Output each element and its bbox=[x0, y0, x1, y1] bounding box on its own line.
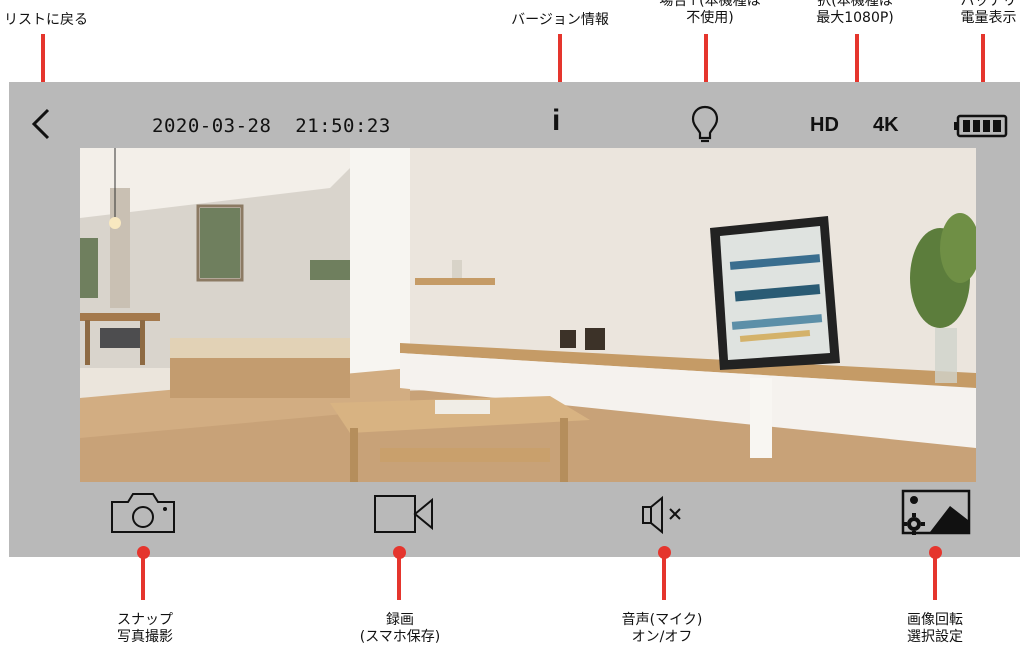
back-to-list-caption: リストに戻る bbox=[4, 12, 88, 28]
resolution-caption: 択(本機種は 最大1080P) bbox=[816, 0, 894, 26]
battery-indicator bbox=[953, 114, 1009, 138]
light-callout-line bbox=[704, 34, 708, 84]
camera-feed[interactable] bbox=[80, 148, 976, 482]
chevron-left-icon bbox=[31, 108, 50, 140]
audio-caption: 音声(マイク) オン/オフ bbox=[621, 612, 703, 645]
rotate-caption: 画像回転 選択設定 bbox=[907, 612, 963, 645]
light-caption: 場合↑(本機種は 不使用) bbox=[659, 0, 761, 26]
info-button[interactable]: i bbox=[552, 104, 560, 138]
battery-full-icon bbox=[954, 114, 1008, 138]
image-rotate-button[interactable] bbox=[900, 488, 972, 536]
info-callout-line bbox=[558, 34, 562, 84]
snapshot-button[interactable] bbox=[108, 490, 178, 536]
battery-callout-line bbox=[981, 34, 985, 84]
back-button[interactable] bbox=[28, 106, 54, 142]
record-button[interactable] bbox=[372, 492, 436, 536]
video-camera-icon bbox=[374, 495, 433, 533]
hd-button[interactable]: HD bbox=[810, 114, 839, 137]
audio-callout-line bbox=[662, 552, 666, 600]
resolution-callout-line bbox=[855, 34, 859, 84]
version-info-caption: バージョン情報 bbox=[511, 12, 609, 28]
image-settings-icon bbox=[901, 489, 971, 535]
snapshot-caption: スナップ 写真撮影 bbox=[117, 612, 173, 645]
battery-caption: バッテリ 電量表示 bbox=[960, 0, 1017, 26]
timestamp: 2020-03-28 21:50:23 bbox=[152, 115, 391, 137]
camera-icon bbox=[111, 493, 175, 533]
lightbulb-icon bbox=[691, 105, 719, 143]
rotate-callout-line bbox=[933, 552, 937, 600]
snapshot-callout-line bbox=[141, 552, 145, 600]
record-callout-line bbox=[397, 552, 401, 600]
back-callout-line bbox=[41, 34, 45, 84]
light-button[interactable] bbox=[690, 104, 720, 144]
record-caption: 録画 (スマホ保存) bbox=[359, 612, 441, 645]
audio-toggle-button[interactable] bbox=[640, 495, 690, 535]
speaker-muted-icon bbox=[642, 495, 681, 535]
4k-button[interactable]: 4K bbox=[873, 114, 899, 137]
living-room-image bbox=[80, 148, 976, 482]
